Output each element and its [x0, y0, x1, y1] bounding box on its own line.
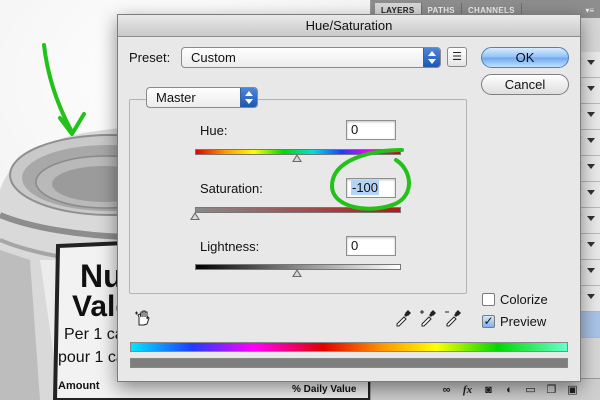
- lightness-input[interactable]: 0: [346, 236, 396, 256]
- channel-select[interactable]: Master: [146, 87, 258, 108]
- folder-icon[interactable]: ▭: [524, 383, 537, 396]
- panel-menu-icon[interactable]: ▾≡: [579, 3, 600, 18]
- preset-select-value: Custom: [191, 50, 236, 65]
- select-arrows-icon: [240, 88, 257, 107]
- nutrition-amount-label: Amount: [58, 380, 100, 392]
- nutrition-daily-value-label: % Daily Value: [292, 384, 357, 395]
- mask-icon[interactable]: ◙: [482, 384, 495, 396]
- preview-label: Preview: [500, 314, 547, 329]
- eyedropper-plus-icon[interactable]: [419, 309, 437, 327]
- saturation-label: Saturation:: [200, 181, 263, 196]
- eyedropper-minus-icon[interactable]: [444, 309, 462, 327]
- link-icon[interactable]: ∞: [440, 384, 453, 396]
- layer-expand-icon[interactable]: [587, 190, 595, 195]
- hue-label: Hue:: [200, 123, 228, 138]
- adjustment-layer-icon[interactable]: ◐: [503, 384, 516, 396]
- lightness-label: Lightness:: [200, 239, 260, 254]
- colorize-checkbox[interactable]: [482, 293, 495, 306]
- channel-select-value: Master: [156, 90, 196, 105]
- new-layer-icon[interactable]: ❐: [545, 383, 558, 396]
- dialog-title: Hue/Saturation: [118, 15, 580, 37]
- layer-expand-icon[interactable]: [587, 164, 595, 169]
- trash-icon[interactable]: ▣: [566, 383, 579, 396]
- layer-expand-icon[interactable]: [587, 294, 595, 299]
- preset-select[interactable]: Custom: [181, 47, 441, 68]
- cancel-button[interactable]: Cancel: [481, 74, 569, 95]
- saturation-slider-thumb[interactable]: [190, 212, 200, 220]
- layer-expand-icon[interactable]: [587, 60, 595, 65]
- hue-slider-thumb[interactable]: [292, 154, 302, 162]
- layer-expand-icon[interactable]: [587, 268, 595, 273]
- layer-expand-icon[interactable]: [587, 86, 595, 91]
- targeted-adjustment-hand-icon[interactable]: [134, 309, 152, 327]
- layer-expand-icon[interactable]: [587, 216, 595, 221]
- preview-checkbox[interactable]: ✓: [482, 315, 495, 328]
- saturation-input[interactable]: -100: [346, 178, 396, 198]
- preset-label: Preset:: [129, 50, 171, 65]
- saturation-slider-track[interactable]: [195, 207, 401, 213]
- preset-menu-icon[interactable]: ☰: [447, 47, 467, 67]
- hue-saturation-dialog: Hue/Saturation Preset: Custom ☰ OK Cance…: [117, 14, 581, 382]
- eyedropper-icon[interactable]: [394, 309, 412, 327]
- hue-input[interactable]: 0: [346, 120, 396, 140]
- layer-expand-icon[interactable]: [587, 242, 595, 247]
- layer-expand-icon[interactable]: [587, 112, 595, 117]
- ok-button[interactable]: OK: [481, 47, 569, 68]
- saturation-value: -100: [351, 180, 380, 195]
- nutrition-serving-en: Per 1 ca: [64, 326, 124, 343]
- nutrition-serving-fr: pour 1 ca: [58, 349, 125, 366]
- colorize-label: Colorize: [500, 292, 548, 307]
- input-color-spectrum: [130, 342, 568, 352]
- lightness-slider-thumb[interactable]: [292, 269, 302, 277]
- fx-icon[interactable]: fx: [461, 384, 474, 396]
- output-color-spectrum: [130, 358, 568, 368]
- select-arrows-icon: [423, 48, 440, 67]
- layer-expand-icon[interactable]: [587, 138, 595, 143]
